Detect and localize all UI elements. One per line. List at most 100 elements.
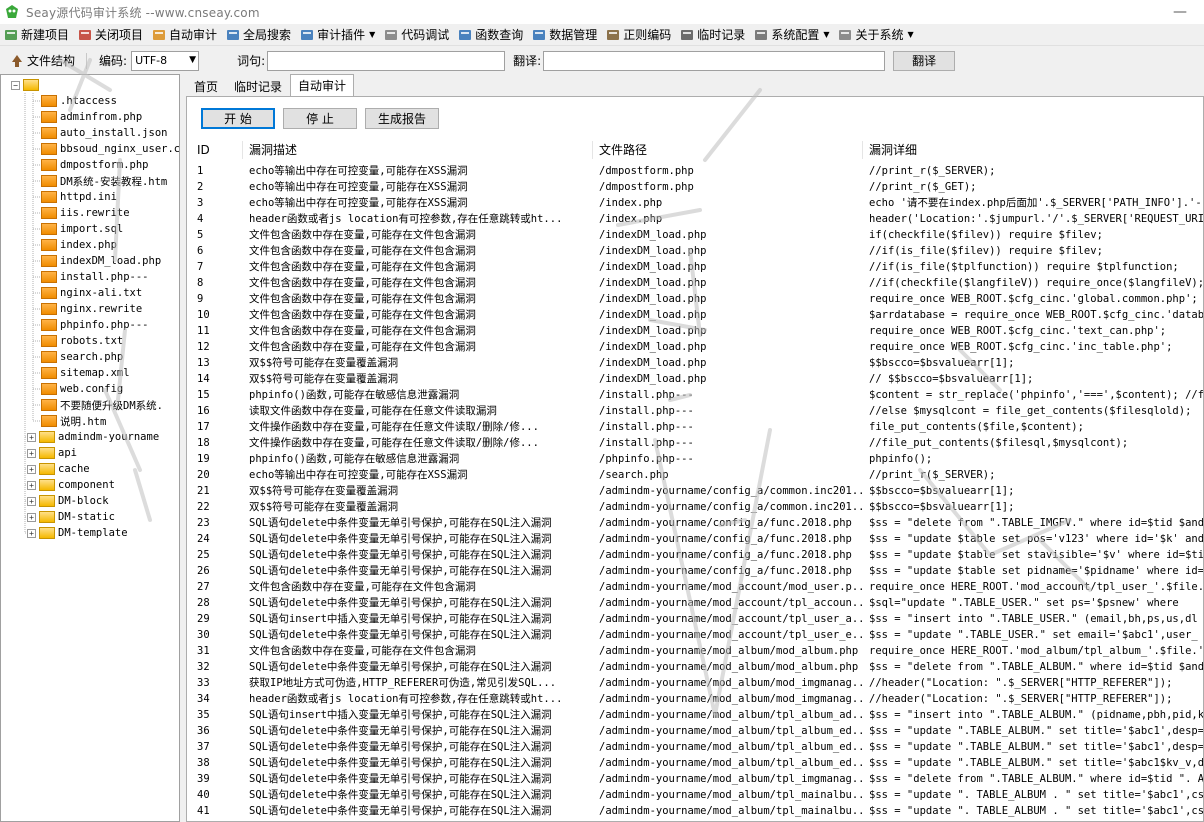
- table-row[interactable]: 19 phpinfo()函数,可能存在敏感信息泄露漏洞/phpinfo.php--…: [191, 451, 1203, 467]
- table-row[interactable]: 22 双$$符号可能存在变量覆盖漏洞/admindm-yourname/confi…: [191, 499, 1203, 515]
- table-row[interactable]: 10 文件包含函数中存在变量,可能存在文件包含漏洞/indexDM_load.ph…: [191, 307, 1203, 323]
- menu-about[interactable]: 关于系统 ▼: [834, 24, 918, 46]
- menu-close-project[interactable]: 关闭项目: [74, 24, 148, 46]
- table-row[interactable]: 28 SQL语句delete中条件变量无单引号保护,可能存在SQL注入漏洞/adm…: [191, 595, 1203, 611]
- table-row[interactable]: 17 文件操作函数中存在变量,可能存在任意文件读取/删除/修... /install…: [191, 419, 1203, 435]
- tree-file[interactable]: dmpostform.php: [29, 157, 149, 173]
- translate-input[interactable]: [543, 50, 886, 71]
- tab-1[interactable]: 临时记录: [226, 76, 290, 96]
- menu-new-project[interactable]: 新建项目: [0, 24, 74, 46]
- tree-file[interactable]: bbsoud_nginx_user.conf: [29, 141, 179, 157]
- table-row[interactable]: 7 文件包含函数中存在变量,可能存在文件包含漏洞/indexDM_load.php…: [191, 259, 1203, 275]
- table-row[interactable]: 30 SQL语句delete中条件变量无单引号保护,可能存在SQL注入漏洞/adm…: [191, 627, 1203, 643]
- table-row[interactable]: 8 文件包含函数中存在变量,可能存在文件包含漏洞/indexDM_load.php…: [191, 275, 1203, 291]
- expand-icon[interactable]: +: [27, 496, 36, 506]
- tree-file[interactable]: iis.rewrite: [29, 205, 130, 221]
- table-row[interactable]: 4 header函数或者js location有可控参数,存在任意跳转或ht...…: [191, 211, 1203, 227]
- expand-icon[interactable]: +: [27, 528, 36, 538]
- menu-debug[interactable]: 代码调试: [380, 24, 454, 46]
- table-row[interactable]: 5 文件包含函数中存在变量,可能存在文件包含漏洞/indexDM_load.php…: [191, 227, 1203, 243]
- table-row[interactable]: 24 SQL语句delete中条件变量无单引号保护,可能存在SQL注入漏洞/adm…: [191, 531, 1203, 547]
- column-header-id[interactable]: ID: [191, 141, 243, 159]
- menu-auto-audit[interactable]: 自动审计: [148, 24, 222, 46]
- table-row[interactable]: 14 双$$符号可能存在变量覆盖漏洞/indexDM_load.php // $$b…: [191, 371, 1203, 387]
- table-row[interactable]: 3 echo等输出中存在可控变量,可能存在XSS漏洞/index.php echo …: [191, 195, 1203, 211]
- file-tree[interactable]: − .htaccess adminfrom.php auto_install.json…: [0, 74, 180, 822]
- table-row[interactable]: 12 文件包含函数中存在变量,可能存在文件包含漏洞/indexDM_load.ph…: [191, 339, 1203, 355]
- tree-file[interactable]: auto_install.json: [29, 125, 167, 141]
- tree-file[interactable]: httpd.ini: [29, 189, 117, 205]
- table-row[interactable]: 25 SQL语句delete中条件变量无单引号保护,可能存在SQL注入漏洞/adm…: [191, 547, 1203, 563]
- tree-folder[interactable]: + DM-static: [27, 509, 115, 525]
- word-input[interactable]: [267, 50, 506, 71]
- menu-gear[interactable]: 系统配置 ▼: [750, 24, 834, 46]
- table-row[interactable]: 23 SQL语句delete中条件变量无单引号保护,可能存在SQL注入漏洞/adm…: [191, 515, 1203, 531]
- table-row[interactable]: 27 文件包含函数中存在变量,可能存在文件包含漏洞/admindm-yournam…: [191, 579, 1203, 595]
- tree-folder[interactable]: + DM-block: [27, 493, 109, 509]
- table-row[interactable]: 18 文件操作函数中存在变量,可能存在任意文件读取/删除/修... /install…: [191, 435, 1203, 451]
- table-row[interactable]: 9 文件包含函数中存在变量,可能存在文件包含漏洞/indexDM_load.php…: [191, 291, 1203, 307]
- table-row[interactable]: 2 echo等输出中存在可控变量,可能存在XSS漏洞/dmpostform.php…: [191, 179, 1203, 195]
- collapse-icon[interactable]: −: [11, 80, 20, 90]
- encoding-select[interactable]: UTF-8 ▼: [131, 50, 200, 71]
- tree-file[interactable]: adminfrom.php: [29, 109, 142, 125]
- expand-icon[interactable]: +: [27, 464, 36, 474]
- tree-file[interactable]: web.config: [29, 381, 123, 397]
- table-row[interactable]: 20 echo等输出中存在可控变量,可能存在XSS漏洞/search.php //p…: [191, 467, 1203, 483]
- table-row[interactable]: 31 文件包含函数中存在变量,可能存在文件包含漏洞/admindm-yournam…: [191, 643, 1203, 659]
- table-row[interactable]: 37 SQL语句delete中条件变量无单引号保护,可能存在SQL注入漏洞/adm…: [191, 739, 1203, 755]
- tree-folder[interactable]: + admindm-yourname: [27, 429, 159, 445]
- tree-file[interactable]: DM系统-安装教程.htm: [29, 173, 167, 189]
- table-row[interactable]: 40 SQL语句delete中条件变量无单引号保护,可能存在SQL注入漏洞/adm…: [191, 787, 1203, 803]
- menu-regex[interactable]: 正则编码: [602, 24, 676, 46]
- expand-icon[interactable]: +: [27, 512, 36, 522]
- tree-root[interactable]: −: [11, 77, 42, 93]
- tree-file[interactable]: sitemap.xml: [29, 365, 130, 381]
- tree-file[interactable]: nginx.rewrite: [29, 301, 142, 317]
- table-row[interactable]: 1 echo等输出中存在可控变量,可能存在XSS漏洞/dmpostform.php…: [191, 163, 1203, 179]
- table-row[interactable]: 6 文件包含函数中存在变量,可能存在文件包含漏洞/indexDM_load.php…: [191, 243, 1203, 259]
- tree-file[interactable]: robots.txt: [29, 333, 123, 349]
- minimize-button[interactable]: —: [1170, 2, 1190, 22]
- tree-folder[interactable]: + DM-template: [27, 525, 128, 541]
- menu-global-search[interactable]: 全局搜索: [222, 24, 296, 46]
- tree-file[interactable]: 不要随便升级DM系统.: [29, 397, 163, 413]
- tree-file[interactable]: search.php: [29, 349, 123, 365]
- table-row[interactable]: 36 SQL语句delete中条件变量无单引号保护,可能存在SQL注入漏洞/adm…: [191, 723, 1203, 739]
- table-row[interactable]: 16 读取文件函数中存在变量,可能存在任意文件读取漏洞/install.php--…: [191, 403, 1203, 419]
- tree-folder[interactable]: + api: [27, 445, 77, 461]
- column-header-detail[interactable]: 漏洞详细: [863, 141, 1203, 159]
- tree-file[interactable]: phpinfo.php---: [29, 317, 149, 333]
- table-row[interactable]: 32 SQL语句delete中条件变量无单引号保护,可能存在SQL注入漏洞/adm…: [191, 659, 1203, 675]
- tree-folder[interactable]: + component: [27, 477, 115, 493]
- menu-plugin[interactable]: 审计插件 ▼: [296, 24, 380, 46]
- table-row[interactable]: 39 SQL语句delete中条件变量无单引号保护,可能存在SQL注入漏洞/adm…: [191, 771, 1203, 787]
- stop-button[interactable]: 停 止: [283, 108, 357, 129]
- tree-file[interactable]: install.php---: [29, 269, 149, 285]
- table-row[interactable]: 29 SQL语句insert中插入变量无单引号保护,可能存在SQL注入漏洞/adm…: [191, 611, 1203, 627]
- table-row[interactable]: 34 header函数或者js location有可控参数,存在任意跳转或ht..…: [191, 691, 1203, 707]
- table-row[interactable]: 41 SQL语句delete中条件变量无单引号保护,可能存在SQL注入漏洞/adm…: [191, 803, 1203, 819]
- table-row[interactable]: 21 双$$符号可能存在变量覆盖漏洞/admindm-yourname/confi…: [191, 483, 1203, 499]
- table-row[interactable]: 33 获取IP地址方式可伪造,HTTP_REFERER可伪造,常见引发SQL...…: [191, 675, 1203, 691]
- column-header-description[interactable]: 漏洞描述: [243, 141, 593, 159]
- tree-file[interactable]: index.php: [29, 237, 117, 253]
- table-row[interactable]: 35 SQL语句insert中插入变量无单引号保护,可能存在SQL注入漏洞/adm…: [191, 707, 1203, 723]
- column-header-path[interactable]: 文件路径: [593, 141, 863, 159]
- menu-function-search[interactable]: 函数查询: [454, 24, 528, 46]
- generate-report-button[interactable]: 生成报告: [365, 108, 439, 129]
- expand-icon[interactable]: +: [27, 432, 36, 442]
- tree-file[interactable]: 说明.htm: [29, 413, 106, 429]
- tree-file[interactable]: import.sql: [29, 221, 123, 237]
- menu-database[interactable]: 数据管理: [528, 24, 602, 46]
- start-button[interactable]: 开 始: [201, 108, 275, 129]
- tab-0[interactable]: 首页: [186, 76, 226, 96]
- tree-folder[interactable]: + cache: [27, 461, 90, 477]
- table-row[interactable]: 13 双$$符号可能存在变量覆盖漏洞/indexDM_load.php $$bscc…: [191, 355, 1203, 371]
- table-row[interactable]: 38 SQL语句delete中条件变量无单引号保护,可能存在SQL注入漏洞/adm…: [191, 755, 1203, 771]
- tree-file[interactable]: indexDM_load.php: [29, 253, 161, 269]
- tab-2[interactable]: 自动审计: [290, 74, 355, 96]
- table-row[interactable]: 15 phpinfo()函数,可能存在敏感信息泄露漏洞/install.php--…: [191, 387, 1203, 403]
- expand-icon[interactable]: +: [27, 480, 36, 490]
- table-row[interactable]: 26 SQL语句delete中条件变量无单引号保护,可能存在SQL注入漏洞/adm…: [191, 563, 1203, 579]
